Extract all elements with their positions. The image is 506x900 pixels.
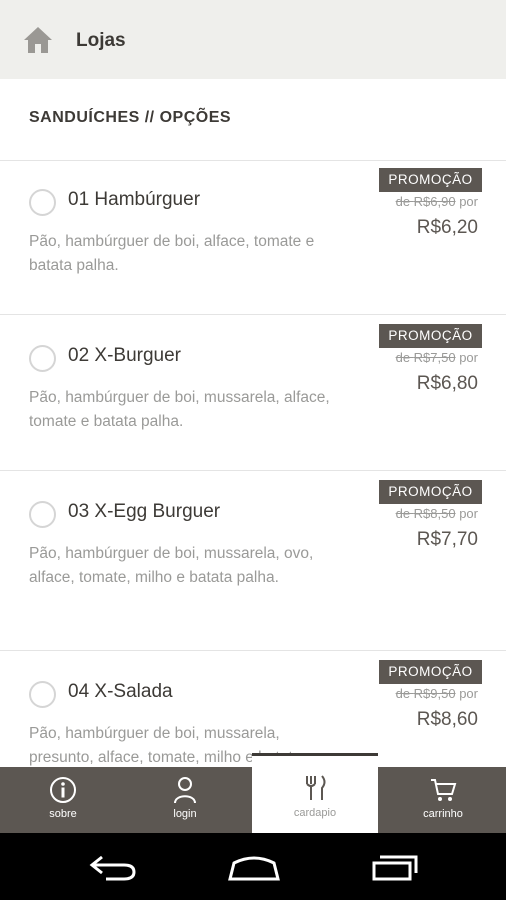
back-icon[interactable] — [88, 853, 138, 881]
old-price: de R$6,90 por — [395, 194, 478, 209]
radio-button[interactable] — [29, 681, 56, 708]
radio-button[interactable] — [29, 501, 56, 528]
old-price: de R$8,50 por — [395, 506, 478, 521]
item-description: Pão, hambúrguer de boi, alface, tomate e… — [29, 233, 315, 274]
price: R$6,80 — [416, 373, 478, 394]
nav-label: sobre — [49, 808, 77, 820]
promo-badge: PROMOÇÃO — [379, 660, 482, 684]
nav-sobre[interactable]: sobre — [0, 767, 126, 833]
home-icon[interactable] — [22, 24, 54, 56]
section-header: SANDUÍCHES // OPÇÕES — [0, 79, 506, 161]
cart-icon — [431, 779, 457, 801]
top-bar: Lojas — [0, 0, 506, 79]
page-title: Lojas — [76, 30, 126, 51]
cutlery-icon — [306, 775, 326, 800]
system-nav-bar — [0, 833, 506, 900]
radio-button[interactable] — [29, 345, 56, 372]
recents-icon[interactable] — [370, 853, 420, 881]
nav-cardapio[interactable]: cardapio — [252, 753, 378, 833]
item-description: Pão, hambúrguer de boi, mussarela, alfac… — [29, 389, 330, 430]
nav-label: cardapio — [293, 807, 337, 819]
list-item[interactable]: 03 X-Egg Burguer Pão, hambúrguer de boi,… — [0, 471, 506, 651]
price: R$7,70 — [416, 529, 478, 550]
info-icon — [50, 777, 76, 803]
old-price: de R$7,50 por — [395, 350, 478, 365]
list-item[interactable]: 04 X-Salada Pão, hambúrguer de boi, muss… — [0, 651, 506, 767]
bottom-nav: sobre login cardapio carrinho — [0, 753, 506, 833]
section-title: SANDUÍCHES // OPÇÕES — [29, 109, 232, 126]
list-item[interactable]: 02 X-Burguer Pão, hambúrguer de boi, mus… — [0, 315, 506, 471]
home-nav-icon[interactable] — [226, 853, 282, 881]
price: R$8,60 — [416, 709, 478, 730]
nav-carrinho[interactable]: carrinho — [380, 767, 506, 833]
promo-badge: PROMOÇÃO — [379, 168, 482, 192]
nav-login[interactable]: login — [122, 767, 248, 833]
nav-label: carrinho — [423, 808, 463, 820]
item-description: Pão, hambúrguer de boi, mussarela, ovo, … — [29, 545, 314, 586]
promo-badge: PROMOÇÃO — [379, 324, 482, 348]
item-name: 01 Hambúrguer — [68, 189, 201, 210]
item-name: 03 X-Egg Burguer — [68, 501, 221, 522]
radio-button[interactable] — [29, 189, 56, 216]
promo-badge: PROMOÇÃO — [379, 480, 482, 504]
menu-list[interactable]: 01 Hambúrguer Pão, hambúrguer de boi, al… — [0, 161, 506, 767]
old-price: de R$9,50 por — [395, 686, 478, 701]
user-icon — [174, 777, 196, 804]
nav-label: login — [173, 808, 197, 820]
item-name: 04 X-Salada — [68, 681, 173, 702]
price: R$6,20 — [416, 217, 478, 238]
list-item[interactable]: 01 Hambúrguer Pão, hambúrguer de boi, al… — [0, 161, 506, 315]
item-name: 02 X-Burguer — [68, 345, 182, 366]
